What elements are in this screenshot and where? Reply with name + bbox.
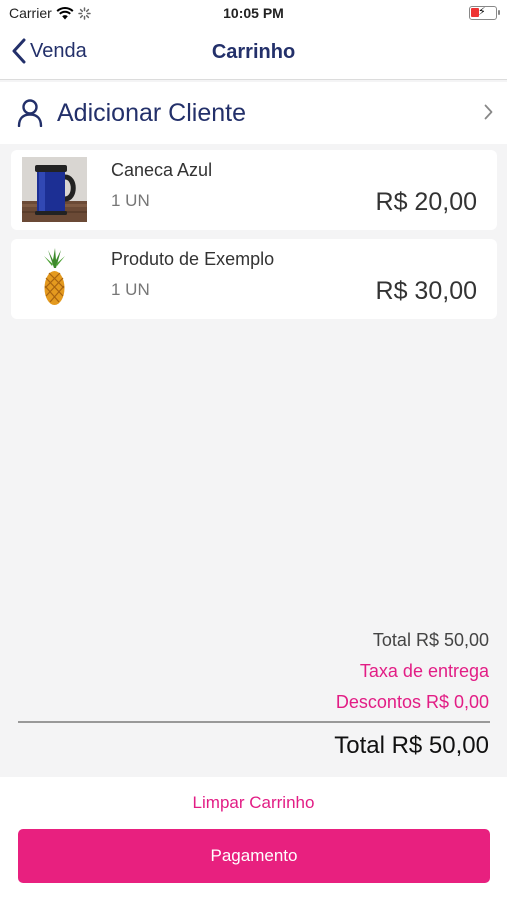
clear-cart-button[interactable]: Limpar Carrinho [0, 793, 507, 813]
chevron-right-icon [484, 104, 493, 120]
cart-item[interactable]: Caneca Azul 1 UN R$ 20,00 [11, 150, 497, 230]
payment-button-label: Pagamento [210, 846, 298, 865]
mug-image [22, 157, 87, 222]
status-bar: Carrier 10:05 PM ⚡ [0, 0, 507, 28]
product-quantity: 1 UN [111, 191, 150, 210]
status-time: 10:05 PM [223, 5, 284, 21]
product-price: R$ 20,00 [375, 188, 477, 216]
product-price: R$ 30,00 [375, 277, 477, 305]
product-quantity: 1 UN [111, 280, 150, 299]
product-name: Produto de Exemplo [111, 249, 275, 269]
cart-item[interactable]: Produto de Exemplo 1 UN R$ 30,00 [11, 239, 497, 319]
footer: Limpar Carrinho Pagamento [0, 777, 507, 900]
discount-link[interactable]: Descontos R$ 0,00 [336, 692, 489, 713]
delivery-fee-link[interactable]: Taxa de entrega [360, 661, 489, 682]
navigation-bar: Venda Carrinho [0, 28, 507, 80]
product-name: Caneca Azul [111, 160, 213, 180]
grand-total: Total R$ 50,00 [334, 732, 489, 759]
payment-button[interactable]: Pagamento [18, 829, 490, 883]
add-client-row[interactable]: Adicionar Cliente [0, 82, 507, 144]
add-client-label: Adicionar Cliente [57, 99, 246, 127]
battery-icon: ⚡ [469, 6, 500, 20]
pineapple-image [44, 248, 65, 305]
page-title: Carrinho [211, 41, 296, 63]
user-icon [17, 99, 43, 127]
subtotal-label: Total R$ 50,00 [372, 630, 489, 650]
summary-divider [18, 721, 490, 723]
